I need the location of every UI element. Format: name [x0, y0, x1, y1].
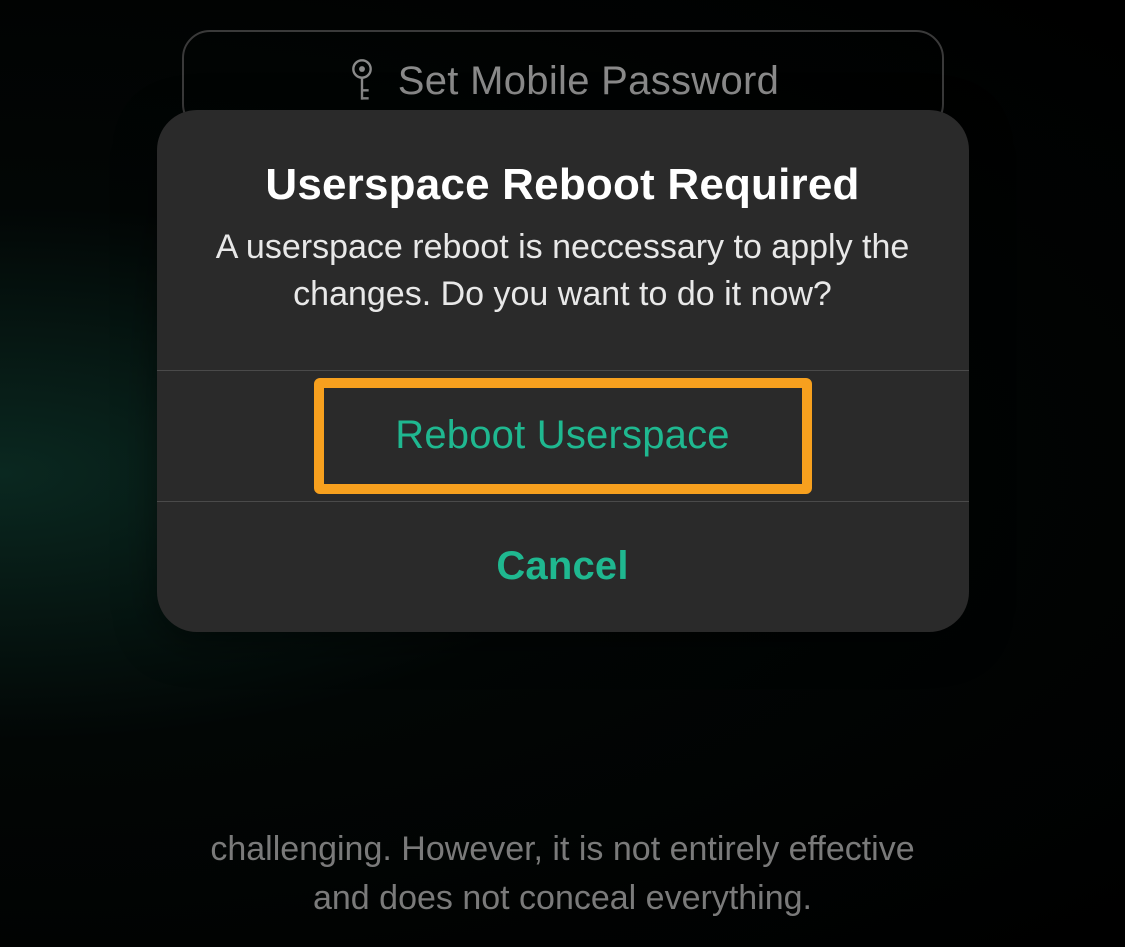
cancel-label: Cancel	[496, 544, 628, 589]
reboot-userspace-button[interactable]: Reboot Userspace	[157, 371, 969, 501]
reboot-userspace-label: Reboot Userspace	[395, 413, 730, 458]
dialog-backdrop: Userspace Reboot Required A userspace re…	[0, 0, 1125, 947]
dialog-message: A userspace reboot is neccessary to appl…	[199, 224, 927, 318]
alert-dialog: Userspace Reboot Required A userspace re…	[157, 110, 969, 632]
cancel-button[interactable]: Cancel	[157, 502, 969, 632]
dialog-content: Userspace Reboot Required A userspace re…	[157, 110, 969, 370]
dialog-title: Userspace Reboot Required	[199, 160, 927, 210]
